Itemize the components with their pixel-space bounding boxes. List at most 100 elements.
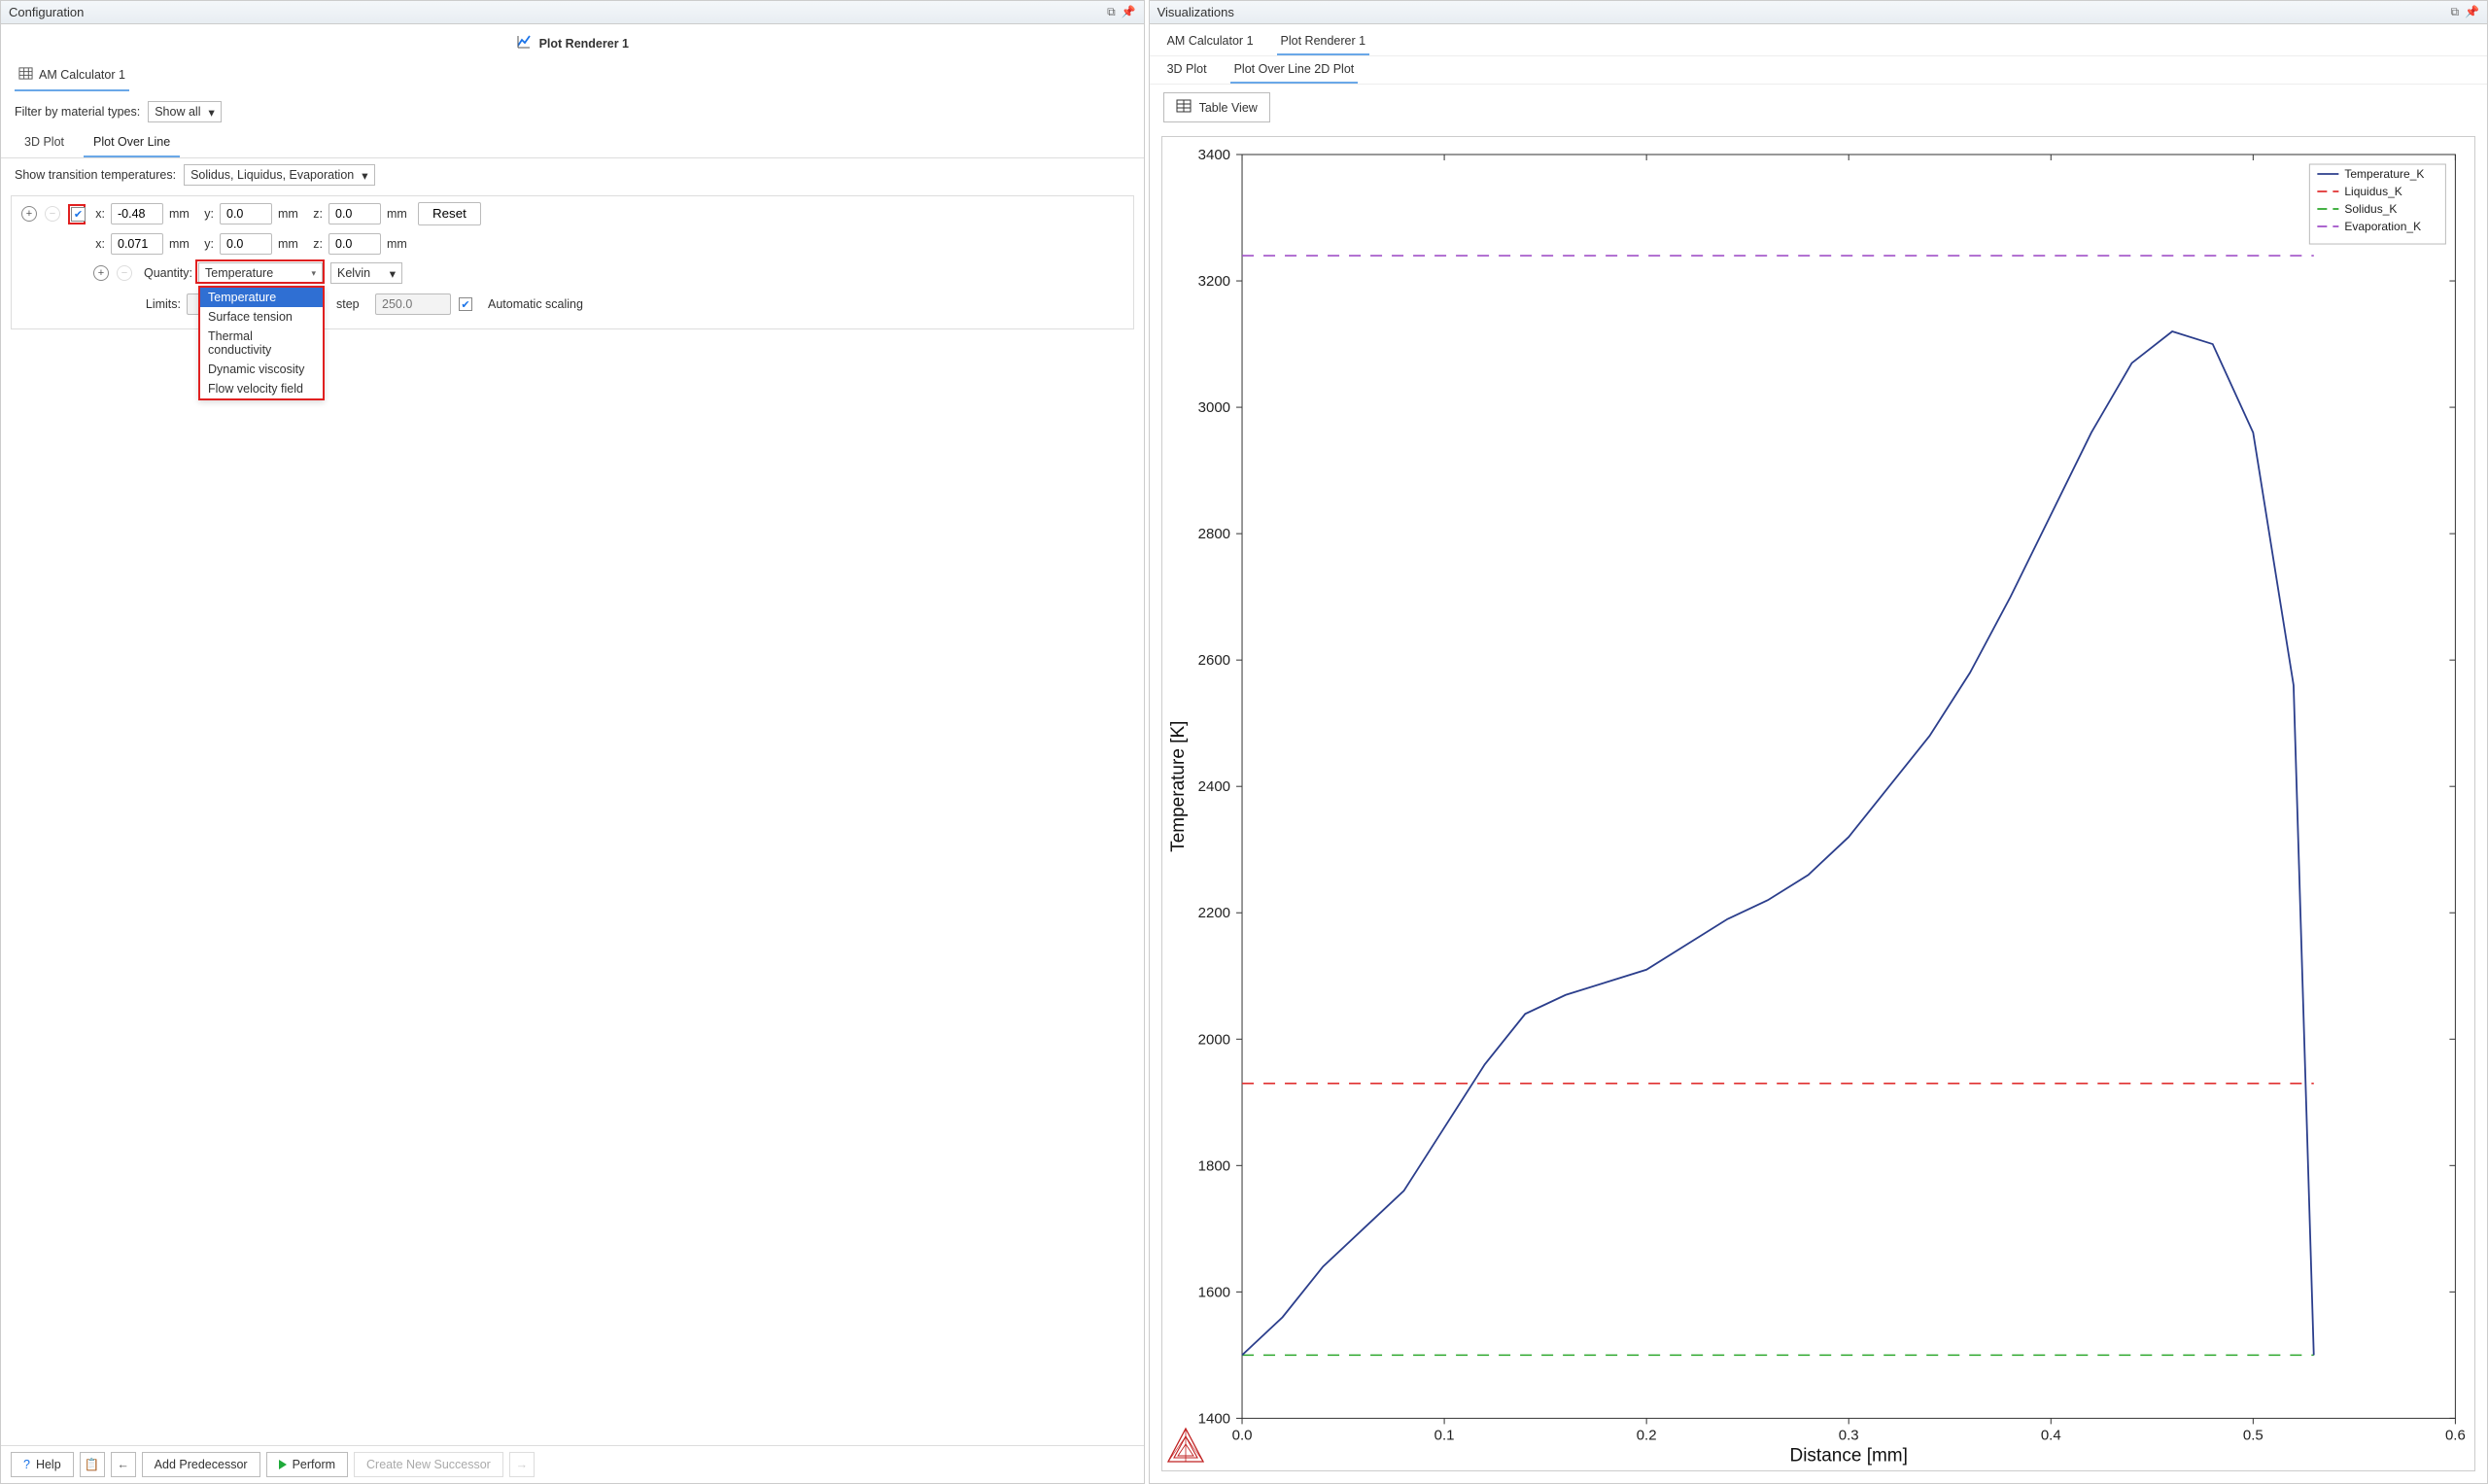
temperature-chart: 0.00.10.20.30.40.50.61400160018002000220… (1162, 137, 2474, 1470)
configuration-title: Configuration (9, 5, 84, 19)
y2-label: y: (200, 237, 214, 251)
z1-input[interactable] (328, 203, 381, 224)
transition-temperatures-select[interactable]: Solidus, Liquidus, Evaporation ▾ (184, 164, 374, 186)
z2-unit: mm (387, 237, 412, 251)
quantity-dropdown-list: Temperature Surface tension Thermal cond… (198, 286, 325, 400)
visualizations-title: Visualizations (1158, 5, 1234, 19)
configuration-header: Configuration ⧉ 📌 (1, 1, 1144, 24)
svg-text:0.3: 0.3 (1838, 1427, 1858, 1443)
quantity-option-surface-tension[interactable]: Surface tension (200, 307, 323, 327)
panel-pin-icon[interactable]: 📌 (1122, 5, 1136, 19)
svg-text:2600: 2600 (1197, 652, 1229, 669)
tab-plot-over-line[interactable]: Plot Over Line (84, 128, 180, 157)
y1-unit: mm (278, 207, 303, 221)
play-icon (279, 1460, 287, 1469)
svg-text:Liquidus_K: Liquidus_K (2344, 185, 2402, 198)
auto-scaling-checkbox[interactable] (459, 297, 472, 311)
remove-quantity-button: − (117, 265, 132, 281)
back-button[interactable]: ← (111, 1452, 136, 1477)
calculator-name: AM Calculator 1 (39, 68, 125, 82)
chevron-down-icon: ▾ (362, 168, 367, 183)
add-quantity-button[interactable]: + (93, 265, 109, 281)
table-view-button[interactable]: Table View (1163, 92, 1270, 122)
help-icon: ? (23, 1458, 30, 1471)
copy-button[interactable]: 📋 (80, 1452, 105, 1477)
quantity-option-thermal-conductivity[interactable]: Thermal conductivity (200, 327, 323, 360)
vendor-logo-icon (1164, 1427, 1207, 1468)
x1-input[interactable] (111, 203, 163, 224)
quantity-value: Temperature (205, 266, 273, 280)
x2-label: x: (91, 237, 105, 251)
table-view-label: Table View (1199, 101, 1258, 115)
table-icon (1176, 98, 1192, 117)
table-grid-icon (18, 66, 33, 84)
perform-button[interactable]: Perform (266, 1452, 348, 1477)
svg-text:1400: 1400 (1197, 1410, 1229, 1427)
calculator-tab[interactable]: AM Calculator 1 (15, 60, 129, 91)
y2-input[interactable] (220, 233, 272, 255)
svg-text:2200: 2200 (1197, 905, 1229, 921)
x1-unit: mm (169, 207, 194, 221)
svg-text:0.2: 0.2 (1636, 1427, 1656, 1443)
transition-temperatures-label: Show transition temperatures: (15, 168, 176, 182)
step-label: step (336, 297, 369, 311)
visualizations-panel: Visualizations ⧉ 📌 AM Calculator 1 Plot … (1149, 0, 2488, 1484)
chart-container: 0.00.10.20.30.40.50.61400160018002000220… (1161, 136, 2475, 1471)
help-button[interactable]: ? Help (11, 1452, 74, 1477)
vis-subtab-2d[interactable]: Plot Over Line 2D Plot (1230, 56, 1359, 84)
plot-renderer-name: Plot Renderer 1 (539, 37, 629, 51)
tab-3d-plot[interactable]: 3D Plot (15, 128, 74, 157)
x2-unit: mm (169, 237, 194, 251)
svg-text:2800: 2800 (1197, 526, 1229, 542)
panel-pin-icon[interactable]: 📌 (2465, 5, 2479, 19)
visualizations-header: Visualizations ⧉ 📌 (1150, 1, 2487, 24)
x-label: x: (91, 207, 105, 221)
enable-line-checkbox[interactable] (71, 207, 86, 222)
unit-select[interactable]: Kelvin ▾ (330, 262, 402, 284)
chevron-down-icon: ▾ (390, 266, 396, 281)
panel-undock-icon[interactable]: ⧉ (1107, 5, 1116, 19)
add-predecessor-button[interactable]: Add Predecessor (142, 1452, 260, 1477)
svg-text:3200: 3200 (1197, 273, 1229, 290)
quantity-select[interactable]: Temperature ▾ (198, 262, 323, 284)
vis-tab-calculator[interactable]: AM Calculator 1 (1163, 28, 1258, 55)
transition-temperatures-value: Solidus, Liquidus, Evaporation (190, 168, 354, 182)
quantity-option-flow-velocity[interactable]: Flow velocity field (200, 379, 323, 398)
svg-text:0.6: 0.6 (2445, 1427, 2466, 1443)
x2-input[interactable] (111, 233, 163, 255)
arrow-left-icon: ← (117, 1458, 129, 1471)
z2-label: z: (309, 237, 323, 251)
svg-text:3000: 3000 (1197, 399, 1229, 416)
svg-text:1600: 1600 (1197, 1284, 1229, 1300)
plot-renderer-heading: Plot Renderer 1 (1, 24, 1144, 60)
filter-label: Filter by material types: (15, 105, 140, 119)
add-row-button[interactable]: + (21, 206, 37, 222)
z2-input[interactable] (328, 233, 381, 255)
z-label: z: (309, 207, 323, 221)
svg-text:0.5: 0.5 (2242, 1427, 2263, 1443)
svg-text:0.1: 0.1 (1434, 1427, 1454, 1443)
filter-material-select[interactable]: Show all ▾ (148, 101, 222, 122)
y2-unit: mm (278, 237, 303, 251)
svg-text:1800: 1800 (1197, 1157, 1229, 1174)
panel-undock-icon[interactable]: ⧉ (2450, 5, 2459, 19)
perform-label: Perform (293, 1458, 335, 1471)
svg-text:3400: 3400 (1197, 147, 1229, 163)
svg-text:2000: 2000 (1197, 1031, 1229, 1048)
forward-button: → (509, 1452, 535, 1477)
step-input (375, 293, 451, 315)
reset-button[interactable]: Reset (418, 202, 481, 225)
svg-text:Evaporation_K: Evaporation_K (2344, 220, 2421, 233)
svg-text:Distance [mm]: Distance [mm] (1789, 1445, 1907, 1466)
vis-tab-renderer[interactable]: Plot Renderer 1 (1277, 28, 1370, 55)
coordinate-block: + − x: mm y: mm z: mm Reset (11, 195, 1134, 329)
svg-text:Solidus_K: Solidus_K (2344, 202, 2397, 216)
quantity-option-temperature[interactable]: Temperature (200, 288, 323, 307)
limits-label: Limits: (93, 297, 181, 311)
quantity-option-dynamic-viscosity[interactable]: Dynamic viscosity (200, 360, 323, 379)
arrow-right-icon: → (516, 1458, 529, 1471)
create-successor-button: Create New Successor (354, 1452, 503, 1477)
y1-input[interactable] (220, 203, 272, 224)
vis-subtab-3d[interactable]: 3D Plot (1163, 56, 1211, 84)
svg-text:Temperature [K]: Temperature [K] (1168, 721, 1189, 852)
